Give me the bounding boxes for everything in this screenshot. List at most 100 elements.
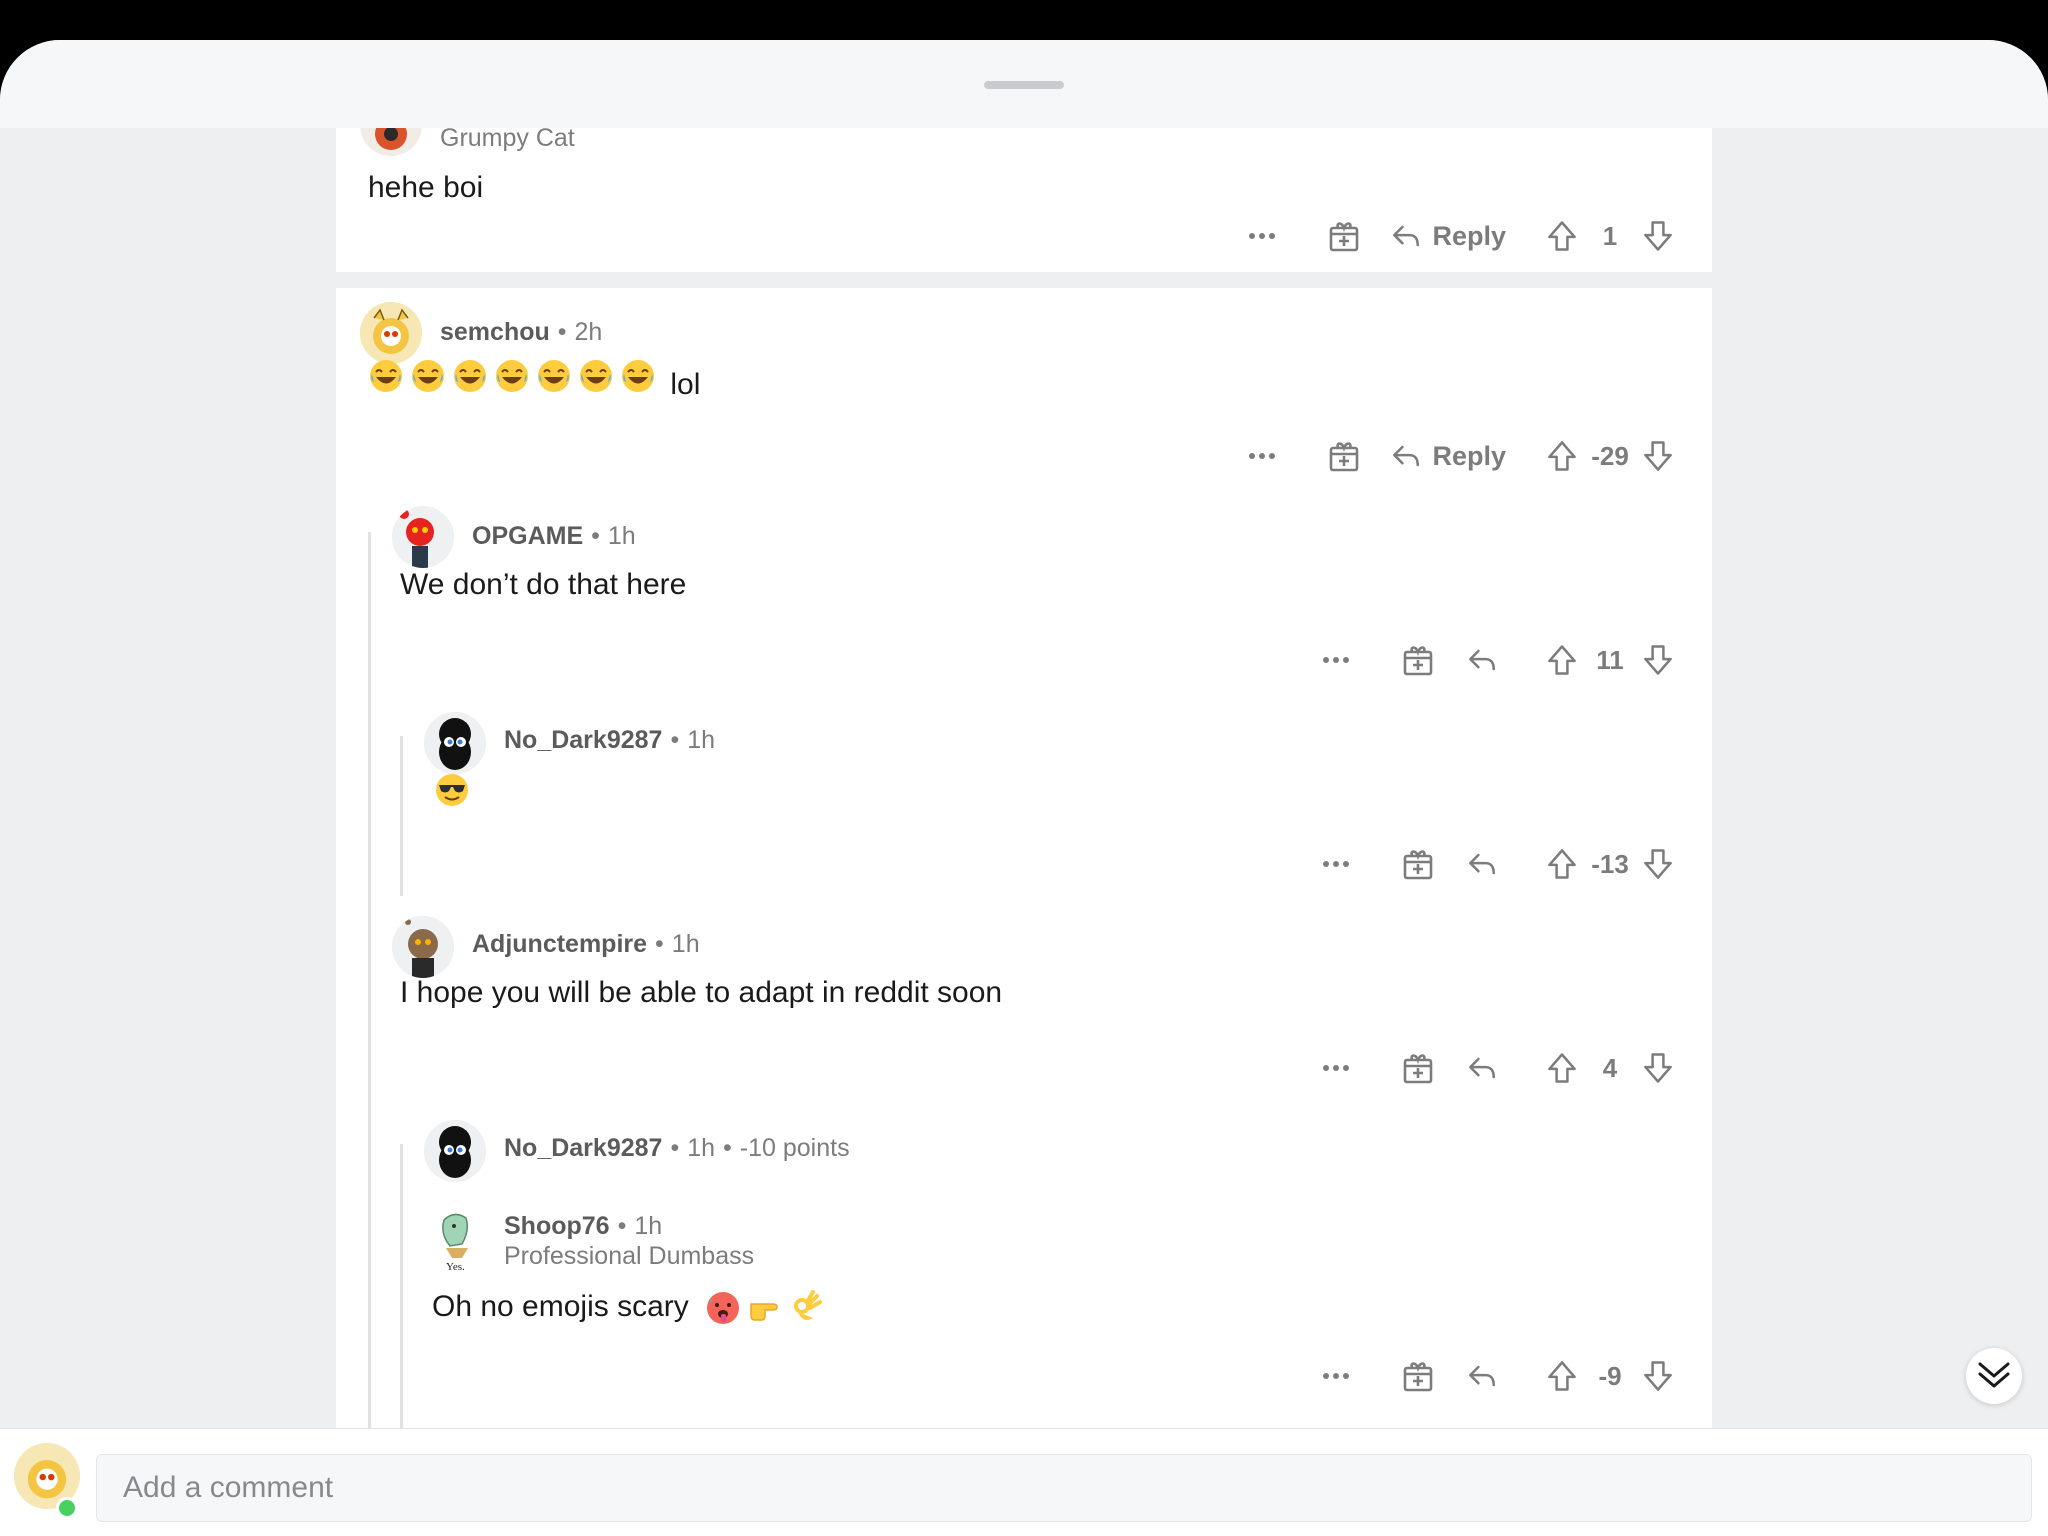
laughing-emoji xyxy=(494,358,530,394)
upvote-icon xyxy=(1544,218,1580,254)
username[interactable]: Shoop76 xyxy=(504,1212,610,1240)
comment-meta: semchou • 2h xyxy=(440,318,603,346)
award-icon xyxy=(1398,1048,1438,1088)
more-options-button[interactable] xyxy=(1242,216,1282,256)
upvote-button[interactable] xyxy=(1542,1048,1582,1088)
comment-actions: Reply 1 xyxy=(1242,216,1678,256)
username[interactable]: No_Dark9287 xyxy=(504,1134,662,1162)
add-comment-input[interactable] xyxy=(96,1454,2032,1522)
username[interactable]: OPGAME xyxy=(472,522,583,550)
vote-score: 1 xyxy=(1602,220,1618,251)
username[interactable]: semchou xyxy=(440,318,550,346)
reply-icon xyxy=(1464,642,1500,678)
award-button[interactable] xyxy=(1398,844,1438,884)
upvote-button[interactable] xyxy=(1542,436,1582,476)
award-button[interactable] xyxy=(1324,436,1364,476)
comment-meta: OPGAME • 1h xyxy=(472,522,636,550)
avatar[interactable] xyxy=(392,916,454,978)
award-button[interactable] xyxy=(1324,216,1364,256)
thread-line[interactable] xyxy=(400,736,403,896)
comment-actions: -9 xyxy=(1316,1356,1678,1396)
comment-text: Oh no emojis scary xyxy=(432,1290,831,1326)
comment-feed: Grumpy Cat hehe boi Reply 1 semchou•2h xyxy=(336,40,1712,1428)
more-options-button[interactable] xyxy=(1316,844,1356,884)
upvote-icon xyxy=(1544,846,1580,882)
double-chevron-down-icon xyxy=(1978,1362,2010,1388)
award-button[interactable] xyxy=(1398,1048,1438,1088)
downvote-icon xyxy=(1640,642,1676,678)
reply-button[interactable]: Reply xyxy=(1388,216,1506,256)
timestamp: 1h xyxy=(687,726,716,754)
downvote-icon xyxy=(1640,846,1676,882)
hot-face-emoji xyxy=(705,1290,741,1326)
avatar[interactable] xyxy=(424,1120,486,1182)
reply-icon xyxy=(1464,846,1500,882)
username[interactable]: No_Dark9287 xyxy=(504,726,662,754)
downvote-button[interactable] xyxy=(1638,640,1678,680)
avatar[interactable]: Yes. xyxy=(432,1210,480,1272)
laughing-emoji xyxy=(368,358,404,394)
award-icon xyxy=(1398,640,1438,680)
upvote-icon xyxy=(1544,438,1580,474)
upvote-icon xyxy=(1544,1050,1580,1086)
comment-actions: 4 xyxy=(1316,1048,1678,1088)
comment-meta: Adjunctempire • 1h xyxy=(472,930,700,958)
more-options-button[interactable] xyxy=(1316,1356,1356,1396)
vote-score: -29 xyxy=(1591,440,1629,471)
reply-icon xyxy=(1464,1358,1500,1394)
downvote-button[interactable] xyxy=(1638,1356,1678,1396)
more-icon xyxy=(1316,1356,1356,1396)
more-options-button[interactable] xyxy=(1316,640,1356,680)
reply-button[interactable] xyxy=(1462,1356,1502,1396)
reply-icon xyxy=(1388,218,1424,254)
more-icon xyxy=(1242,436,1282,476)
vote-score: 4 xyxy=(1602,1052,1618,1083)
reply-button[interactable] xyxy=(1462,640,1502,680)
more-icon xyxy=(1316,1048,1356,1088)
comment-meta[interactable]: No_Dark9287 • 1h • -10 points xyxy=(504,1134,850,1163)
user-flair: Grumpy Cat xyxy=(440,124,575,152)
laughing-emoji-row xyxy=(368,358,662,394)
username[interactable]: Adjunctempire xyxy=(472,930,647,958)
comment-composer xyxy=(0,1428,2048,1536)
avatar[interactable] xyxy=(392,506,454,568)
upvote-button[interactable] xyxy=(1542,216,1582,256)
more-options-button[interactable] xyxy=(1242,436,1282,476)
comment-meta: No_Dark9287 • 1h xyxy=(504,726,716,754)
downvote-button[interactable] xyxy=(1638,436,1678,476)
downvote-button[interactable] xyxy=(1638,216,1678,256)
online-status-dot xyxy=(56,1497,78,1519)
upvote-button[interactable] xyxy=(1542,844,1582,884)
timestamp: 1h xyxy=(634,1212,663,1240)
award-icon xyxy=(1324,216,1364,256)
avatar[interactable] xyxy=(360,302,422,364)
more-icon xyxy=(1316,844,1356,884)
reply-button[interactable]: Reply xyxy=(1388,436,1506,476)
thread-line[interactable] xyxy=(368,532,371,1428)
award-button[interactable] xyxy=(1398,1356,1438,1396)
upvote-button[interactable] xyxy=(1542,640,1582,680)
downvote-button[interactable] xyxy=(1638,844,1678,884)
next-comment-button[interactable] xyxy=(1966,1348,2022,1404)
downvote-button[interactable] xyxy=(1638,1048,1678,1088)
downvote-icon xyxy=(1640,1050,1676,1086)
thread-line[interactable] xyxy=(400,1144,403,1428)
award-icon xyxy=(1324,436,1364,476)
more-options-button[interactable] xyxy=(1316,1048,1356,1088)
upvote-icon xyxy=(1544,642,1580,678)
vote-score: 11 xyxy=(1596,644,1624,675)
avatar[interactable] xyxy=(424,712,486,774)
laughing-emoji xyxy=(410,358,446,394)
upvote-button[interactable] xyxy=(1542,1356,1582,1396)
laughing-emoji xyxy=(536,358,572,394)
comment-text: hehe boi xyxy=(368,171,484,204)
downvote-icon xyxy=(1640,1358,1676,1394)
more-icon xyxy=(1242,216,1282,256)
award-button[interactable] xyxy=(1398,640,1438,680)
drag-handle[interactable] xyxy=(984,81,1064,89)
comment-actions: -13 xyxy=(1316,844,1678,884)
timestamp: 1h xyxy=(687,1134,716,1162)
reply-button[interactable] xyxy=(1462,1048,1502,1088)
reply-button[interactable] xyxy=(1462,844,1502,884)
comment-text-main: Oh no emojis scary xyxy=(432,1290,689,1323)
